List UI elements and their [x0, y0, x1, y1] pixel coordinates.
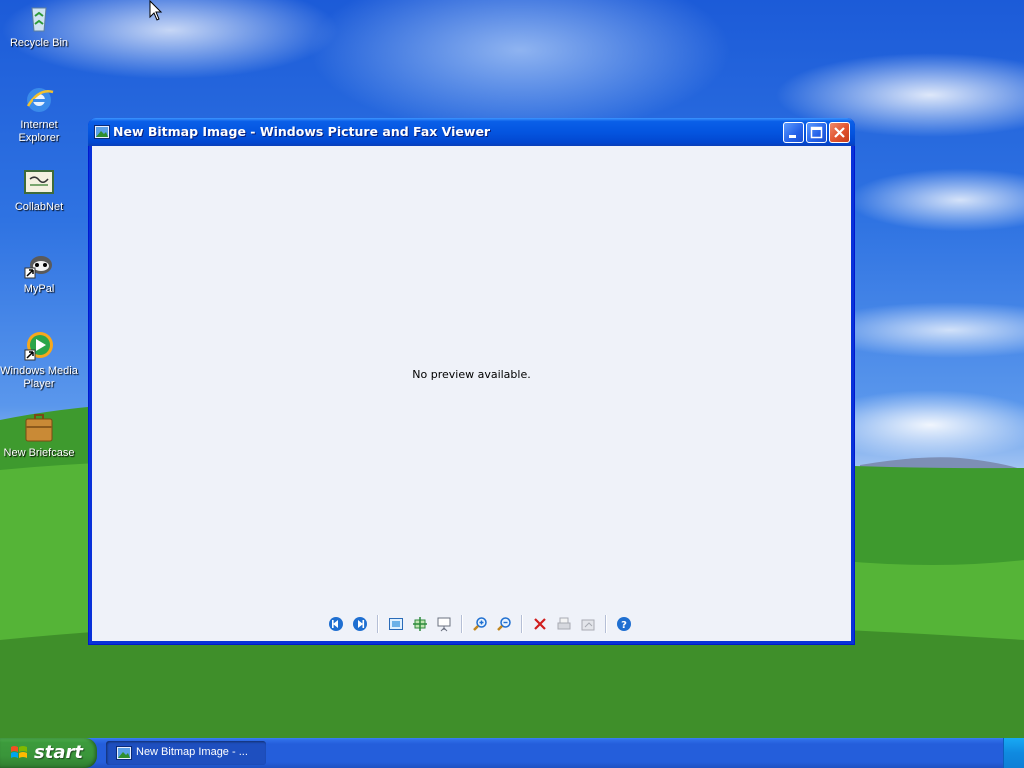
- previous-image-button[interactable]: [325, 613, 347, 635]
- print-button[interactable]: [553, 613, 575, 635]
- viewer-toolbar: ?: [324, 613, 636, 635]
- taskbar: start New Bitmap Image - ...: [0, 738, 1024, 768]
- zoom-out-icon: [497, 617, 511, 631]
- mouse-cursor-icon: [149, 0, 163, 21]
- picture-viewer-icon: [94, 125, 110, 139]
- close-button[interactable]: [829, 122, 850, 143]
- desktop-icon-label: New Briefcase: [3, 447, 75, 459]
- help-button[interactable]: ?: [613, 613, 635, 635]
- window-titlebar[interactable]: New Bitmap Image - Windows Picture and F…: [88, 118, 855, 146]
- desktop-icon-label: CollabNet: [14, 201, 64, 213]
- svg-text:?: ?: [621, 620, 627, 631]
- desktop-icon-label: Windows Media Player: [0, 365, 78, 390]
- copy-to-button[interactable]: [577, 613, 599, 635]
- maximize-button[interactable]: [806, 122, 827, 143]
- windows-media-player-icon: [24, 332, 53, 361]
- maximize-icon: [810, 126, 823, 139]
- desktop-icon-label: Recycle Bin: [9, 37, 69, 49]
- collabnet-icon: [24, 170, 54, 194]
- toolbar-separator: [377, 615, 379, 633]
- desktop-icon-new-briefcase[interactable]: New Briefcase: [0, 412, 78, 460]
- print-icon: [557, 617, 571, 630]
- windows-logo-icon: [11, 746, 27, 758]
- taskbar-item-label: New Bitmap Image - ...: [136, 746, 248, 758]
- system-tray: [1003, 738, 1024, 768]
- next-image-button[interactable]: [349, 613, 371, 635]
- minimize-icon: [789, 135, 796, 138]
- close-icon: [834, 127, 845, 138]
- desktop-icon-collabnet[interactable]: CollabNet: [0, 166, 78, 214]
- delete-icon: [534, 618, 546, 630]
- briefcase-icon: [25, 414, 53, 442]
- actual-size-icon: [413, 617, 427, 631]
- no-preview-message: No preview available.: [412, 368, 531, 381]
- start-label: start: [34, 742, 83, 763]
- best-fit-icon: [389, 618, 403, 630]
- preview-area: No preview available. ?: [92, 146, 851, 641]
- toolbar-separator: [461, 615, 463, 633]
- toolbar-separator: [521, 615, 523, 633]
- internet-explorer-icon: [26, 88, 54, 112]
- best-fit-button[interactable]: [385, 613, 407, 635]
- taskbar-item-picture-viewer[interactable]: New Bitmap Image - ...: [106, 741, 266, 765]
- window-title: New Bitmap Image - Windows Picture and F…: [113, 124, 491, 139]
- zoom-in-button[interactable]: [469, 613, 491, 635]
- help-icon: ?: [617, 617, 631, 631]
- zoom-out-button[interactable]: [493, 613, 515, 635]
- start-button[interactable]: start: [0, 738, 97, 768]
- minimize-button[interactable]: [783, 122, 804, 143]
- picture-viewer-window[interactable]: New Bitmap Image - Windows Picture and F…: [88, 118, 855, 645]
- desktop-icon-windows-media-player[interactable]: Windows Media Player: [0, 330, 78, 391]
- desktop-icon-internet-explorer[interactable]: Internet Explorer: [0, 84, 78, 145]
- actual-size-button[interactable]: [409, 613, 431, 635]
- desktop-icon-recycle-bin[interactable]: Recycle Bin: [0, 2, 78, 50]
- mypal-icon: [24, 256, 52, 279]
- zoom-in-icon: [473, 617, 487, 631]
- slideshow-icon: [437, 617, 451, 632]
- delete-button[interactable]: [529, 613, 551, 635]
- toolbar-separator: [605, 615, 607, 633]
- picture-viewer-icon: [116, 746, 132, 760]
- copy-to-icon: [581, 619, 595, 631]
- slideshow-button[interactable]: [433, 613, 455, 635]
- desktop: Recycle Bin Internet Explorer CollabNet …: [0, 0, 1024, 738]
- next-icon: [353, 617, 367, 631]
- desktop-icon-label: Internet Explorer: [18, 119, 60, 144]
- recycle-bin-icon: [31, 7, 47, 32]
- previous-icon: [329, 617, 343, 631]
- desktop-icon-label: MyPal: [23, 283, 55, 295]
- desktop-icon-mypal[interactable]: MyPal: [0, 248, 78, 296]
